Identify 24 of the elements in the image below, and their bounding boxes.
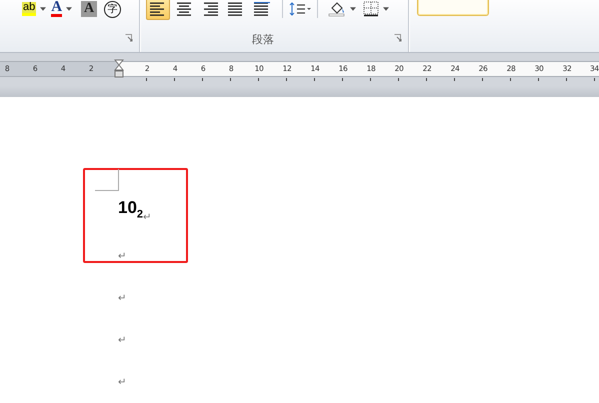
body-text: 10$_{2}$ xyxy=(118,198,144,222)
dialog-launcher-icon[interactable] xyxy=(125,34,133,42)
paragraph-mark: ↵ xyxy=(118,251,126,263)
margin-corner-icon xyxy=(95,169,119,191)
paragraph-mark: ↵ xyxy=(118,377,126,389)
dialog-launcher-icon[interactable] xyxy=(394,34,402,42)
paint-bucket-icon[interactable] xyxy=(328,1,346,17)
paragraph-mark: ↵ xyxy=(118,335,126,347)
align-button[interactable] xyxy=(146,0,170,20)
enclose-character-button[interactable]: 字 xyxy=(104,0,122,18)
character-shading-button[interactable]: A xyxy=(81,1,98,17)
dropdown-arrow-icon[interactable] xyxy=(40,7,46,11)
highlight-button[interactable]: ab xyxy=(22,0,36,18)
font-color-button[interactable]: A xyxy=(51,0,62,18)
group-label: 段落 xyxy=(252,32,274,47)
dropdown-arrow-icon[interactable] xyxy=(350,7,356,11)
dropdown-arrow-icon[interactable] xyxy=(383,7,389,11)
dropdown-arrow-icon[interactable] xyxy=(66,7,72,11)
line-spacing-icon[interactable] xyxy=(289,2,311,16)
borders-icon[interactable] xyxy=(363,1,379,17)
paragraph-mark: ↵ xyxy=(118,293,126,305)
style-tile[interactable] xyxy=(417,0,489,16)
paragraph-mark: ↵ xyxy=(143,212,152,224)
indent-marker-icon[interactable] xyxy=(114,59,124,79)
